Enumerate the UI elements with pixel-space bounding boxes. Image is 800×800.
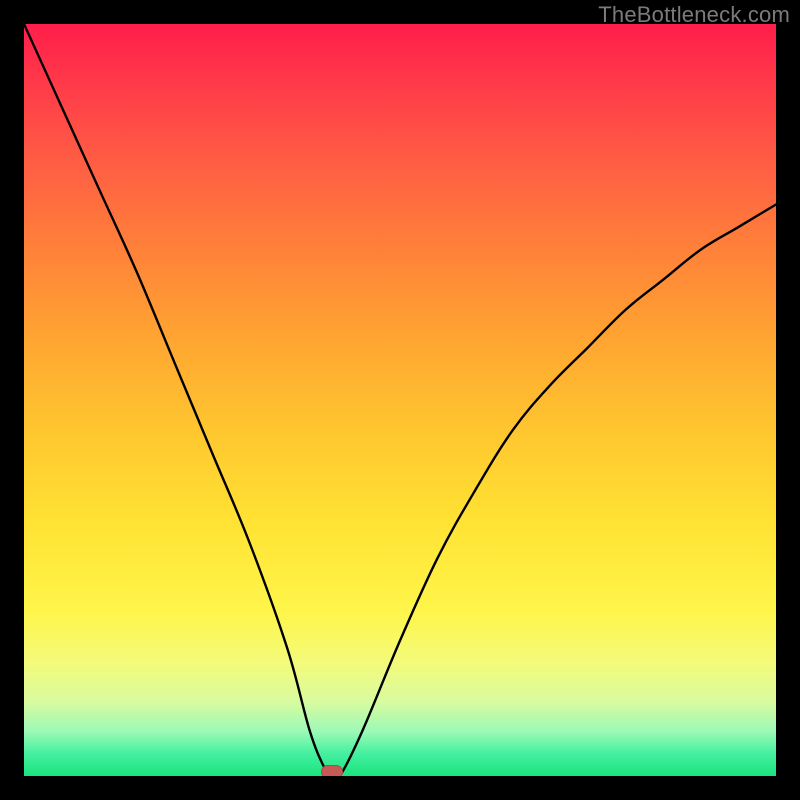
chart-plot-area <box>24 24 776 776</box>
optimal-point-marker <box>321 765 343 776</box>
bottleneck-curve <box>24 24 776 776</box>
